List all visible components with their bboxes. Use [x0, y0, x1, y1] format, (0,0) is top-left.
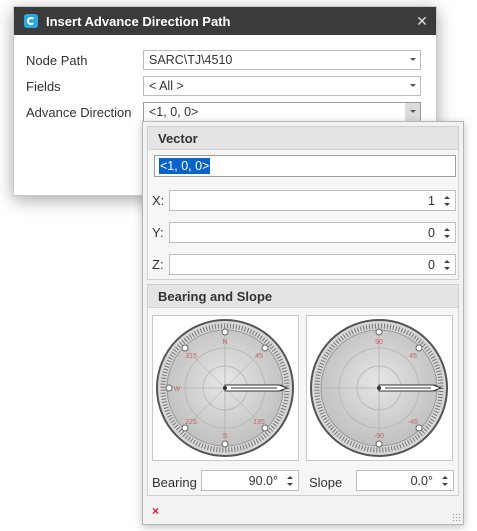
dialog-title: Insert Advance Direction Path: [46, 13, 231, 29]
slope-minus90-label: -90: [374, 433, 384, 440]
node-path-value: SARC\TJ\4510: [149, 53, 233, 67]
bearing-label: Bearing: [152, 475, 197, 490]
advance-direction-combo[interactable]: <1, 0, 0>: [143, 102, 421, 122]
spin-up-icon[interactable]: [444, 228, 450, 231]
spin-down-icon[interactable]: [444, 267, 450, 270]
advance-direction-row: Advance Direction: [26, 101, 144, 123]
bearing-needle-icon[interactable]: [223, 384, 289, 392]
z-spinbox[interactable]: 0: [169, 254, 456, 275]
slope-label: Slope: [309, 475, 343, 490]
vector-group: Vector <1, 0, 0> X: 1 Y: 0 Z: 0: [147, 126, 459, 280]
close-icon[interactable]: ✕: [408, 13, 436, 30]
bearing-n-label: N: [222, 339, 227, 346]
bearing-slope-header: Bearing and Slope: [148, 285, 458, 308]
slope-minus45-label: -45: [408, 419, 418, 426]
fields-combo[interactable]: < All >: [143, 76, 421, 96]
fields-label: Fields: [26, 78, 61, 94]
app-icon: [24, 14, 38, 28]
fields-value: < All >: [149, 79, 184, 93]
slope-dial-graphic[interactable]: 90 45 -45 -90: [307, 316, 452, 460]
slope-45-label: 45: [409, 353, 417, 360]
bearing-135-label: 135: [253, 419, 265, 426]
node-path-combo[interactable]: SARC\TJ\4510: [143, 50, 421, 70]
slope-value: 0.0°: [410, 474, 433, 488]
vector-z-row: Z: 0: [148, 254, 458, 276]
slope-spinbox[interactable]: 0.0°: [356, 470, 454, 491]
slope-dial[interactable]: 90 45 -45 -90: [306, 315, 453, 461]
bearing-dial-graphic[interactable]: N S W E 45 135 225 315: [153, 316, 298, 460]
spin-down-icon[interactable]: [444, 235, 450, 238]
z-value: 0: [428, 258, 435, 272]
bearing-spinbox[interactable]: 90.0°: [201, 470, 299, 491]
chevron-down-icon[interactable]: [410, 110, 416, 113]
vector-text-selection: <1, 0, 0>: [159, 158, 211, 174]
title-bar[interactable]: Insert Advance Direction Path ✕: [14, 7, 436, 35]
vector-header: Vector: [148, 127, 458, 150]
spin-up-icon[interactable]: [444, 260, 450, 263]
slope-90-label: 90: [375, 339, 383, 346]
vector-x-row: X: 1: [148, 190, 458, 212]
slope-needle-icon[interactable]: [377, 384, 443, 392]
spin-up-icon[interactable]: [287, 476, 293, 479]
y-label: Y:: [152, 225, 164, 240]
advance-direction-label: Advance Direction: [26, 104, 132, 120]
fields-row: Fields: [26, 75, 144, 97]
y-value: 0: [428, 226, 435, 240]
bearing-s-label: S: [223, 433, 228, 440]
advance-direction-value: <1, 0, 0>: [149, 105, 199, 119]
bearing-dial[interactable]: N S W E 45 135 225 315: [152, 315, 299, 461]
x-spinbox[interactable]: 1: [169, 190, 456, 211]
advance-direction-popup: Vector <1, 0, 0> X: 1 Y: 0 Z: 0 Bearing …: [142, 121, 464, 525]
chevron-down-icon[interactable]: [410, 84, 416, 87]
spin-down-icon[interactable]: [442, 483, 448, 486]
resize-grip-icon[interactable]: [452, 513, 460, 521]
bearing-225-label: 225: [185, 419, 197, 426]
spin-up-icon[interactable]: [442, 476, 448, 479]
spin-up-icon[interactable]: [444, 196, 450, 199]
x-label: X:: [152, 193, 165, 208]
spin-down-icon[interactable]: [287, 483, 293, 486]
bearing-45-label: 45: [255, 353, 263, 360]
bearing-slope-group: Bearing and Slope N S W 45 135 225 315 9…: [147, 284, 459, 496]
spin-down-icon[interactable]: [444, 203, 450, 206]
vector-y-row: Y: 0: [148, 222, 458, 244]
bearing-w-label: W: [174, 386, 181, 393]
chevron-down-icon[interactable]: [410, 58, 416, 61]
error-icon: ×: [152, 504, 160, 518]
bearing-315-label: 315: [185, 353, 197, 360]
y-spinbox[interactable]: 0: [169, 222, 456, 243]
node-path-label: Node Path: [26, 52, 88, 68]
z-label: Z:: [152, 257, 164, 272]
vector-text-input[interactable]: <1, 0, 0>: [154, 155, 456, 177]
bearing-value: 90.0°: [248, 474, 278, 488]
x-value: 1: [428, 194, 435, 208]
node-path-row: Node Path: [26, 49, 144, 71]
